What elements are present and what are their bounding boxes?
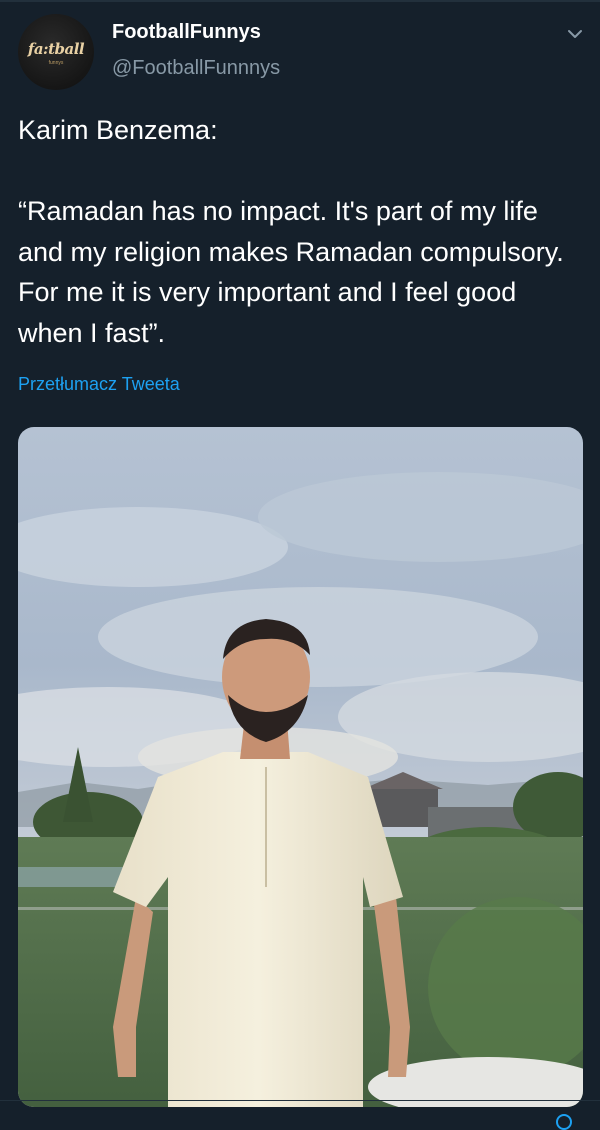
top-divider xyxy=(0,0,600,2)
user-handle[interactable]: @FootballFunnnys xyxy=(112,57,280,80)
loading-indicator-icon xyxy=(556,1114,572,1130)
avatar-logo-subtext: funnys xyxy=(48,60,64,66)
display-name[interactable]: FootballFunnys xyxy=(112,21,261,44)
avatar[interactable]: fa:tball funnys xyxy=(18,14,94,90)
avatar-logo-text: fa:tball xyxy=(27,40,85,58)
tweet-text: Karim Benzema: “Ramadan has no impact. I… xyxy=(18,110,588,353)
tweet-photo[interactable] xyxy=(18,427,583,1107)
tweet-text-blank-line xyxy=(18,151,588,192)
tweet-text-line-2: “Ramadan has no impact. It's part of my … xyxy=(18,196,564,348)
bottom-divider xyxy=(0,1100,600,1101)
chevron-down-icon[interactable] xyxy=(562,22,588,46)
translate-tweet-link[interactable]: Przetłumacz Tweeta xyxy=(18,374,180,395)
tweet-text-line-1: Karim Benzema: xyxy=(18,115,218,145)
